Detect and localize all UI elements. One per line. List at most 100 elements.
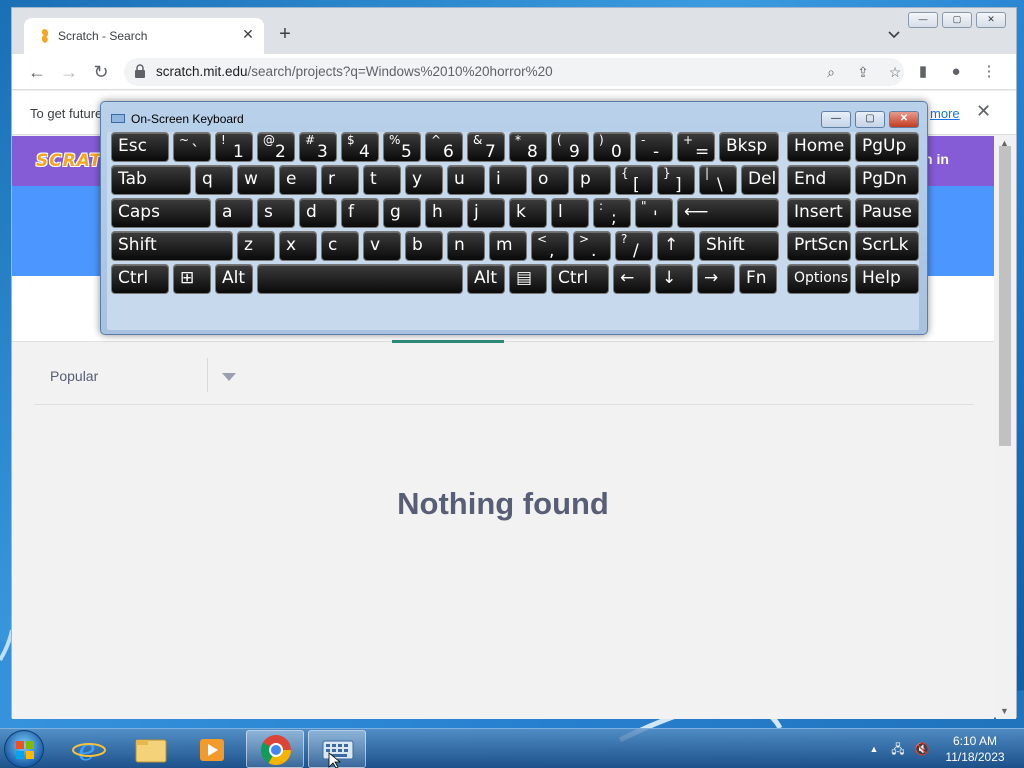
key-71[interactable]: ← [613,264,651,294]
key-6[interactable]: % 5 [383,132,421,162]
key-58[interactable]: >. [573,231,611,261]
search-icon[interactable]: ⌕ [822,63,840,81]
key-56[interactable]: m [489,231,527,261]
key-37[interactable]: d [299,198,337,228]
reload-icon[interactable]: ↻ [90,61,112,83]
new-tab-button[interactable]: + [274,24,296,46]
taskbar-file-explorer[interactable] [122,730,180,768]
key-19[interactable]: w [237,165,275,195]
key-31[interactable]: Del [741,165,779,195]
volume-muted-icon[interactable]: 🔇 [914,741,930,757]
key-76[interactable]: Help [855,264,919,294]
key-45[interactable]: " ' [635,198,673,228]
key-60[interactable]: ↑ [657,231,695,261]
share-icon[interactable]: ⇪ [854,63,872,81]
tab-search-chevron-icon[interactable] [886,26,902,42]
key-33[interactable]: PgDn [855,165,919,195]
key-16[interactable]: PgUp [855,132,919,162]
key-54[interactable]: b [405,231,443,261]
key-38[interactable]: f [341,198,379,228]
key-46[interactable]: ⟵ [677,198,779,228]
minimize-button[interactable]: — [908,12,938,28]
close-window-button[interactable]: ✕ [976,12,1006,28]
taskbar-internet-explorer[interactable]: e [60,730,118,768]
key-50[interactable]: z [237,231,275,261]
key-59[interactable]: ? / [615,231,653,261]
key-57[interactable]: <, [531,231,569,261]
key-12[interactable]: -- [635,132,673,162]
key-24[interactable]: u [447,165,485,195]
key-41[interactable]: j [467,198,505,228]
tab-close-icon[interactable]: ✕ [238,24,258,44]
bookmark-star-icon[interactable]: ☆ [886,63,904,81]
maximize-button[interactable]: ▢ [942,12,972,28]
key-3[interactable]: @2 [257,132,295,162]
key-22[interactable]: t [363,165,401,195]
url-text[interactable]: scratch.mit.edu/search/projects?q=Window… [156,64,553,79]
key-13[interactable]: + = [677,132,715,162]
scroll-down-icon[interactable]: ▼ [1000,706,1009,716]
key-61[interactable]: Shift [699,231,779,261]
key-64[interactable]: Ctrl [111,264,169,294]
scrollbar-thumb[interactable] [999,146,1011,446]
key-73[interactable]: → [697,264,735,294]
key-18[interactable]: q [195,165,233,195]
sort-select-label[interactable]: Popular [50,368,98,384]
scratch-logo[interactable]: SCRATCH [36,146,130,176]
key-15[interactable]: Home [787,132,851,162]
learn-more-link[interactable]: more [930,106,960,121]
key-21[interactable]: r [321,165,359,195]
key-1[interactable]: ~ ` [173,132,211,162]
key-40[interactable]: h [425,198,463,228]
key-35[interactable]: a [215,198,253,228]
key-14[interactable]: Bksp [719,132,779,162]
osk-minimize-button[interactable]: — [821,111,851,128]
vertical-scrollbar[interactable]: ▲ ▼ [996,136,1016,719]
key-70[interactable]: Ctrl [551,264,609,294]
clock[interactable]: 6:10 AM 11/18/2023 [940,733,1010,765]
chevron-down-icon[interactable] [222,373,236,381]
key-7[interactable]: ^ 6 [425,132,463,162]
key-25[interactable]: i [489,165,527,195]
key-51[interactable]: x [279,231,317,261]
key-34[interactable]: Caps [111,198,211,228]
key-55[interactable]: n [447,231,485,261]
network-icon[interactable]: 🖧 [890,741,906,757]
menu-kebab-icon[interactable]: ⋮ [978,61,1000,83]
start-button[interactable] [4,730,44,768]
profile-avatar-icon[interactable]: ● [945,61,967,83]
side-panel-icon[interactable]: ▮ [912,61,934,83]
address-bar[interactable]: scratch.mit.edu/search/projects?q=Window… [124,58,904,86]
key-9[interactable]: * 8 [509,132,547,162]
key-23[interactable]: y [405,165,443,195]
forward-icon[interactable]: → [58,61,80,83]
tab-scratch-search[interactable]: Scratch - Search ✕ [24,18,264,54]
key-63[interactable]: ScrLk [855,231,919,261]
key-39[interactable]: g [383,198,421,228]
key-74[interactable]: Fn [739,264,777,294]
key-20[interactable]: e [279,165,317,195]
taskbar-on-screen-keyboard[interactable] [308,730,366,768]
key-10[interactable]: (9 [551,132,589,162]
key-2[interactable]: ! 1 [215,132,253,162]
key-75[interactable]: Options [787,264,851,294]
key-28[interactable]: {[ [615,165,653,195]
key-69[interactable]: ▤ [509,264,547,294]
key-17[interactable]: Tab [111,165,191,195]
key-67[interactable] [257,264,463,294]
key-26[interactable]: o [531,165,569,195]
key-30[interactable]: | \ [699,165,737,195]
key-48[interactable]: Pause [855,198,919,228]
key-0[interactable]: Esc [111,132,169,162]
osk-maximize-button[interactable]: ▢ [855,111,885,128]
key-32[interactable]: End [787,165,851,195]
back-icon[interactable]: ← [26,61,48,83]
key-52[interactable]: c [321,231,359,261]
key-43[interactable]: l [551,198,589,228]
key-27[interactable]: p [573,165,611,195]
key-5[interactable]: $4 [341,132,379,162]
key-49[interactable]: Shift [111,231,233,261]
key-72[interactable]: ↓ [655,264,693,294]
key-42[interactable]: k [509,198,547,228]
key-62[interactable]: PrtScn [787,231,851,261]
